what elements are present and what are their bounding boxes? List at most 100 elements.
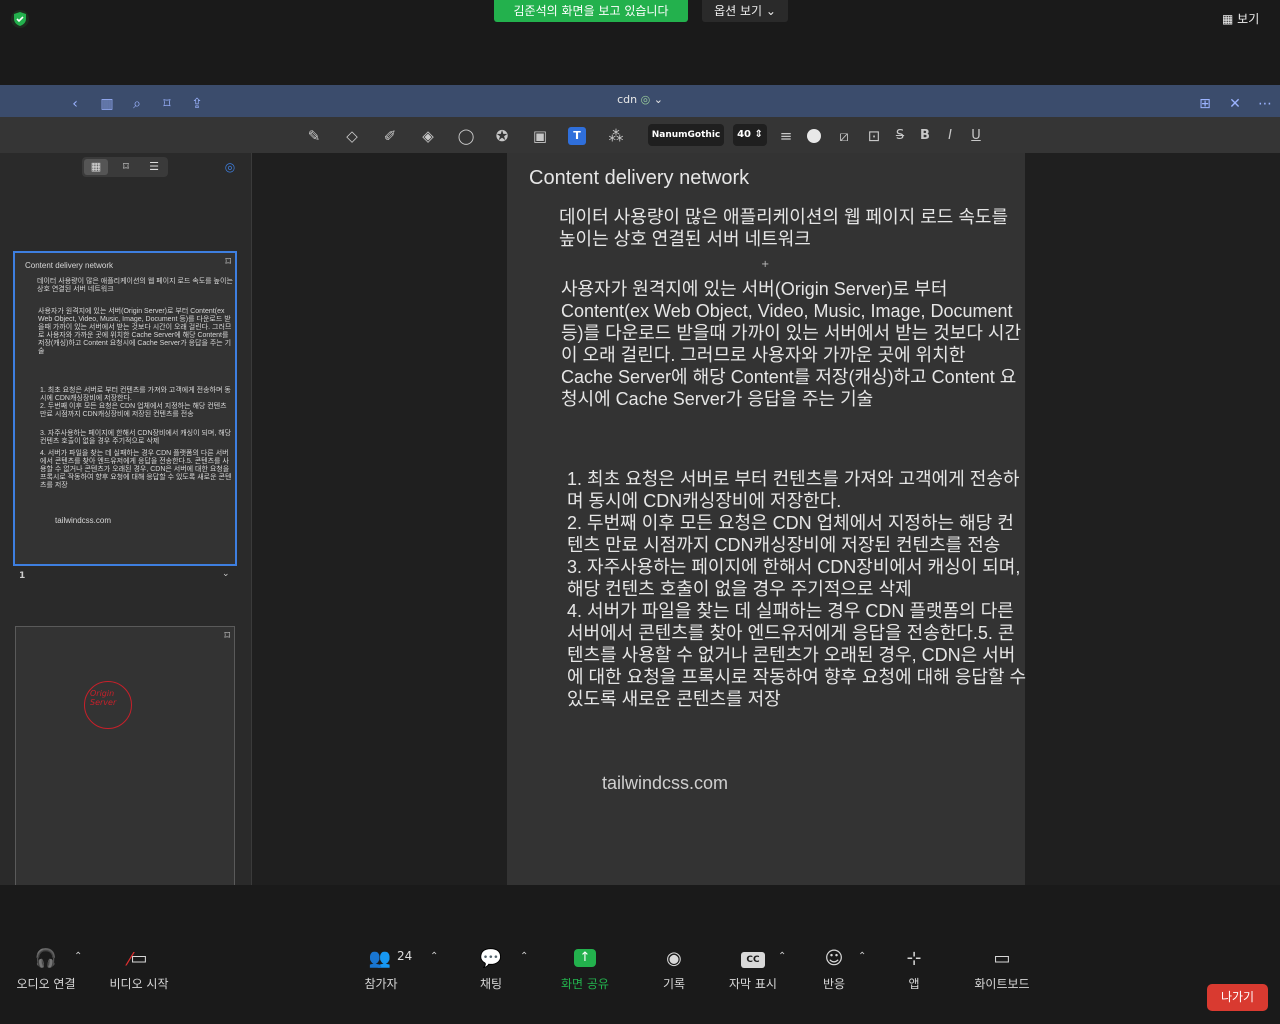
participants-count-badge: 24 xyxy=(397,949,413,963)
participants-button[interactable]: 참가자 xyxy=(356,975,406,992)
chevron-down-icon: ⌄ xyxy=(765,4,776,18)
text-tool-icon[interactable]: T xyxy=(568,127,586,145)
cursor-crosshair-icon: + xyxy=(761,259,770,270)
audio-connect-button[interactable]: 오디오 연결 xyxy=(8,975,84,992)
outline-tab-icon[interactable]: ☰ xyxy=(142,159,166,175)
apps-icon[interactable]: ⊹ xyxy=(902,947,926,971)
stepper-icon: ⇕ xyxy=(754,129,763,140)
participants-chevron-icon[interactable]: ⌃ xyxy=(430,951,438,962)
captions-button[interactable]: 자막 표시 xyxy=(722,975,784,992)
thumbnail-title: Content delivery network xyxy=(25,261,114,270)
highlighter-tool-icon[interactable]: ✐ xyxy=(380,126,400,146)
list-item[interactable]: 4. 서버가 파일을 찾는 데 실패하는 경우 CDN 플랫폼의 다른 서버에서… xyxy=(567,600,1029,710)
list-item[interactable]: 2. 두번째 이후 모든 요청은 CDN 업체에서 지정하는 해당 컨텐츠 만료… xyxy=(567,512,1029,556)
thumbnails-tab-icon[interactable]: ▦ xyxy=(84,159,108,175)
list-item[interactable]: 1. 최초 요청은 서버로 부터 컨텐츠를 가져와 고객에게 전송하며 동시에 … xyxy=(567,468,1029,512)
bookmark-icon[interactable]: ⌑ xyxy=(158,95,176,113)
lasso-tool-icon[interactable]: ◯ xyxy=(456,126,476,146)
italic-icon[interactable]: I xyxy=(940,126,960,146)
thumbnail-list-3: 3. 자주사용하는 페이지에 한해서 CDN장비에서 캐싱이 되며, 해당 컨텐… xyxy=(40,430,232,445)
chat-button[interactable]: 채팅 xyxy=(468,975,514,992)
thumbnail-list-2: 2. 두번째 이후 모든 요청은 CDN 업체에서 지정하는 해당 컨텐츠 만료… xyxy=(40,403,227,418)
sticker-tool-icon[interactable]: ✪ xyxy=(492,126,512,146)
view-options-button[interactable]: 옵션 보기 ⌄ xyxy=(702,0,788,22)
page-list: 1. 최초 요청은 서버로 부터 컨텐츠를 가져와 고객에게 전송하며 동시에 … xyxy=(567,468,1029,710)
start-video-button[interactable]: 비디오 시작 xyxy=(102,975,176,992)
shape-tool-icon[interactable]: ◈ xyxy=(418,126,438,146)
participants-icon[interactable]: 👥 xyxy=(368,947,392,971)
sync-icon: ◎ xyxy=(640,93,651,106)
text-box-icon[interactable]: ⊡ xyxy=(864,126,884,146)
laser-pointer-icon[interactable]: ⁂ xyxy=(606,126,626,146)
add-page-icon[interactable]: ⊞ xyxy=(1196,95,1214,113)
strikethrough-icon[interactable]: S xyxy=(890,126,910,146)
title-chevron-icon: ⌄ xyxy=(653,93,663,106)
page-subtitle[interactable]: 데이터 사용량이 많은 애플리케이션의 웹 페이지 로드 속도를 높이는 상호 … xyxy=(559,206,1029,250)
whiteboard-icon[interactable]: ▭ xyxy=(990,947,1014,971)
page-title[interactable]: Content delivery network xyxy=(529,167,749,190)
bookmarks-tab-icon[interactable]: ⌑ xyxy=(114,159,138,175)
security-shield-icon[interactable] xyxy=(11,10,29,28)
image-tool-icon[interactable]: ▣ xyxy=(530,126,550,146)
view-label: 보기 xyxy=(1237,12,1260,26)
document-title-text: cdn xyxy=(617,93,638,106)
app-title-bar: ‹ ▥ ⌕ ⌑ ⇪ cdn ◎ ⌄ ⊞ ✕ ⋯ xyxy=(0,85,1280,117)
thumbnail-bookmark-icon[interactable]: ⌑ xyxy=(224,629,230,642)
origin-server-sketch-text: Origin Server xyxy=(90,689,117,707)
whiteboard-button[interactable]: 화이트보드 xyxy=(964,975,1040,992)
captions-chevron-icon[interactable]: ⌃ xyxy=(778,951,786,962)
headphones-icon[interactable]: 🎧 xyxy=(34,947,58,971)
thumbnail-list-1: 1. 최초 요청은 서버로 부터 컨텐츠를 가져와 고객에게 전송하며 동시에 … xyxy=(40,387,231,402)
bold-icon[interactable]: B xyxy=(915,126,935,146)
chat-chevron-icon[interactable]: ⌃ xyxy=(520,951,528,962)
video-off-icon[interactable]: ▭ ⁄ xyxy=(127,947,151,971)
grid-view-icon: ▦ xyxy=(1222,12,1234,26)
apps-button[interactable]: 앱 xyxy=(894,975,934,992)
more-icon[interactable]: ⋯ xyxy=(1256,95,1274,113)
record-button[interactable]: 기록 xyxy=(650,975,698,992)
page-menu-chevron-icon[interactable]: ⌄ xyxy=(222,569,230,579)
record-icon[interactable]: ◉ xyxy=(662,947,686,971)
background-color-icon[interactable]: ⧄ xyxy=(834,126,854,146)
thumbnail-paragraph: 사용자가 원격지에 있는 서버(Origin Server)로 부터 Conte… xyxy=(38,308,232,355)
thumbnail-list-4: 4. 서버가 파일을 찾는 데 실패하는 경우 CDN 플랫폼의 다른 서버에서… xyxy=(40,450,232,489)
document-canvas: Content delivery network 데이터 사용량이 많은 애플리… xyxy=(252,153,1280,885)
share-icon[interactable]: ⇪ xyxy=(188,95,206,113)
captions-icon[interactable]: CC xyxy=(741,952,765,968)
underline-icon[interactable]: U xyxy=(966,126,986,146)
page-thumbnail-1[interactable]: ⌑ Content delivery network 데이터 사용량이 많은 애… xyxy=(13,251,237,566)
document-title[interactable]: cdn ◎ ⌄ xyxy=(600,93,680,106)
chat-icon[interactable]: 💬 xyxy=(479,947,503,971)
share-screen-button[interactable]: 화면 공유 xyxy=(552,975,618,992)
view-button[interactable]: ▦ 보기 xyxy=(1222,8,1266,30)
list-item[interactable]: 3. 자주사용하는 페이지에 한해서 CDN장비에서 캐싱이 되며, 해당 컨텐… xyxy=(567,556,1029,600)
page-paragraph[interactable]: 사용자가 원격지에 있는 서버(Origin Server)로 부터 Conte… xyxy=(561,278,1021,410)
reactions-button[interactable]: 반응 xyxy=(812,975,856,992)
eraser-tool-icon[interactable]: ◇ xyxy=(342,126,362,146)
notes-app-window: ‹ ▥ ⌕ ⌑ ⇪ cdn ◎ ⌄ ⊞ ✕ ⋯ ✎ ◇ ✐ ◈ ◯ ✪ ▣ T … xyxy=(0,85,1280,954)
page-number-1: 1 xyxy=(19,571,26,581)
align-icon[interactable]: ≡ xyxy=(776,126,796,146)
search-icon[interactable]: ⌕ xyxy=(128,95,146,113)
page-footer-link[interactable]: tailwindcss.com xyxy=(602,773,728,794)
reactions-chevron-icon[interactable]: ⌃ xyxy=(858,951,866,962)
share-screen-icon[interactable]: ↑ xyxy=(574,949,596,967)
document-page[interactable]: Content delivery network 데이터 사용량이 많은 애플리… xyxy=(507,153,1026,885)
font-family-selector[interactable]: NanumGothic xyxy=(648,124,724,146)
reactions-icon[interactable]: ☺ xyxy=(822,947,846,971)
view-options-label: 옵션 보기 xyxy=(714,4,763,18)
thumbnail-bookmark-icon[interactable]: ⌑ xyxy=(225,255,231,268)
screen-sharing-banner: 김준석의 화면을 보고 있습니다 xyxy=(494,0,688,22)
sidebar-toggle-icon[interactable]: ▥ xyxy=(96,95,118,113)
thumbnail-subtitle: 데이터 사용량이 많은 애플리케이션의 웹 페이지 로드 속도를 높이는 상호 … xyxy=(37,278,233,293)
back-icon[interactable]: ‹ xyxy=(66,95,84,113)
sidebar-view-switcher: ▦ ⌑ ☰ xyxy=(82,157,168,177)
thumbnail-footer: tailwindcss.com xyxy=(55,516,112,525)
color-swatch-icon[interactable] xyxy=(804,126,824,146)
select-check-icon[interactable]: ◎ xyxy=(222,159,238,175)
close-icon[interactable]: ✕ xyxy=(1226,95,1244,113)
pen-tool-icon[interactable]: ✎ xyxy=(304,126,324,146)
audio-options-chevron-icon[interactable]: ⌃ xyxy=(74,951,82,962)
leave-meeting-button[interactable]: 나가기 xyxy=(1207,984,1268,1011)
font-size-selector[interactable]: 40 ⇕ xyxy=(733,124,767,146)
